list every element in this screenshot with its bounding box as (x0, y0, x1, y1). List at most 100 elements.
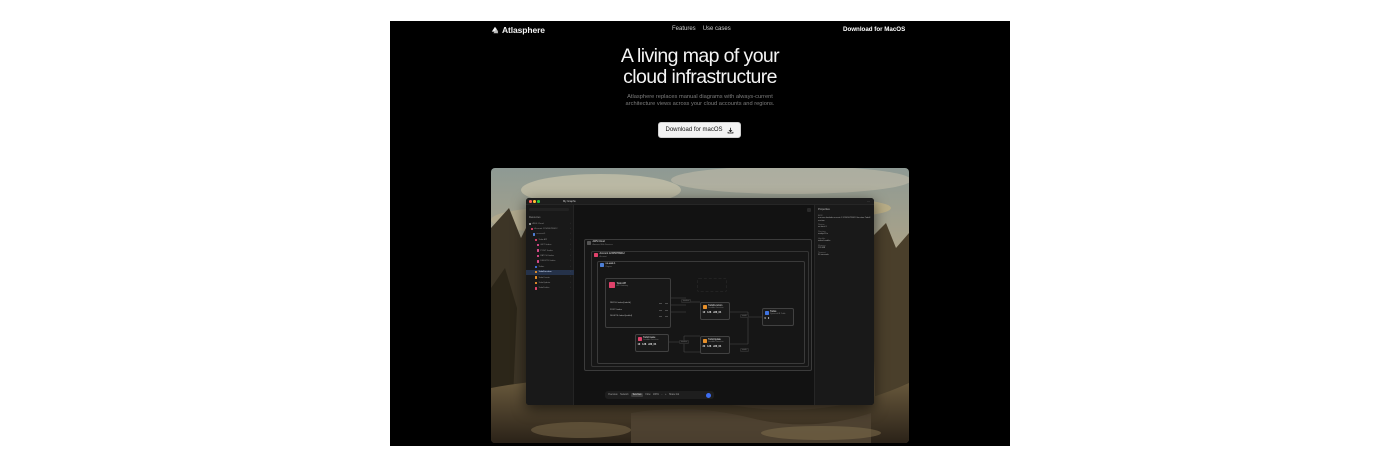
hero-title-line-1: A living map of your (620, 45, 780, 67)
nav-link-features[interactable]: Features (672, 26, 696, 32)
sidebar-resource-label: Todos (538, 265, 545, 268)
api-route-item[interactable]: DELETE /todos/{todoId} (610, 315, 668, 322)
hero-subtitle: Atlasphere replaces manual diagrams with… (390, 94, 1010, 108)
hero-title-line-2: cloud infrastructure (623, 66, 777, 88)
view-tab-overview[interactable]: Overview (608, 394, 618, 396)
aws-cloud-subtitle: Amazon Web Services (592, 243, 613, 246)
sidebar-resource-label: us-east-1 (536, 233, 546, 236)
dynamodb-icon (764, 310, 769, 315)
chevron-right-icon[interactable]: › (570, 276, 571, 278)
sidebar-resource-item[interactable]: TodoDelete › (526, 286, 574, 291)
lambda-create-stats: 10 128 x86_64 (638, 343, 667, 346)
chevron-right-icon[interactable]: › (570, 228, 571, 230)
lambda-node-update[interactable]: TodoUpdate Lambda Function 30 128 x86_64 (700, 336, 730, 354)
dynamodb-table-node[interactable]: Todos DynamoDB Table 0 0 (762, 308, 794, 326)
zoom-out-icon[interactable]: − (661, 394, 662, 396)
resource-type-icon (535, 271, 538, 274)
lambda-create-subtitle: Lambda Function (643, 339, 659, 342)
resource-sidebar: Resources AWS Cloud › Account 123456789012… (526, 205, 574, 405)
nav-links: Features Use cases (672, 26, 731, 32)
lambda-update-header: TodoUpdate Lambda Function (702, 338, 728, 344)
stat-arch: x86_64 (648, 342, 657, 346)
chevron-right-icon[interactable]: › (570, 249, 571, 251)
chevron-right-icon[interactable]: › (570, 244, 571, 246)
zoom-window-button[interactable] (537, 200, 540, 203)
hero-subtitle-line-2: architecture views across your cloud acc… (625, 101, 775, 107)
minimize-window-button[interactable] (533, 200, 536, 203)
view-tab-network[interactable]: Network (620, 394, 628, 396)
aws-cloud-container[interactable]: AWS Cloud Amazon Web Services Account 12… (584, 239, 812, 371)
edge-label-invokes: invokes (679, 340, 690, 344)
api-gateway-node[interactable]: Todo API API Gateway PATCH /todos/{todoI… (605, 278, 671, 328)
chevron-right-icon[interactable]: › (570, 260, 571, 262)
canvas-settings-icon[interactable] (807, 208, 811, 212)
chevron-right-icon[interactable]: › (570, 287, 571, 289)
chevron-right-icon[interactable]: › (570, 255, 571, 257)
zoom-in-icon[interactable]: + (665, 394, 666, 396)
chevron-right-icon[interactable]: › (570, 233, 571, 235)
tab-my-graphs[interactable]: My Graphs (563, 200, 576, 203)
table-header: Todos DynamoDB Table (764, 310, 792, 316)
view-tab-services[interactable]: Services (631, 393, 644, 397)
resource-type-icon (529, 222, 532, 225)
resource-type-icon (535, 281, 538, 285)
stat-arch: x86_64 (713, 344, 722, 348)
share-action-icon[interactable] (706, 392, 711, 398)
lambda-node-main[interactable]: TodoFunction Lambda Function 10 128 x86_… (700, 302, 730, 320)
sidebar-resource-label: PATCH /todos (540, 255, 555, 258)
window-controls (529, 200, 540, 203)
nav-download-link[interactable]: Download for MacOS (843, 26, 905, 33)
lambda-main-stats: 10 128 x86_64 (703, 311, 728, 314)
property-value: 30 seconds (818, 253, 829, 256)
stat-memory: 128 (707, 344, 712, 348)
property-value: 128 MB (818, 246, 826, 249)
resource-type-icon (537, 249, 540, 252)
lambda-main-subtitle: Lambda Function (708, 307, 724, 310)
stat-timeout: 10 (702, 310, 706, 314)
window-menu-icon[interactable]: ⋯ (867, 200, 870, 203)
region-container[interactable]: us-east-1 Region Todo API API Gateway PA… (597, 261, 805, 364)
view-toolbar: Overview Network Services Flow 100% − + … (605, 391, 714, 399)
chevron-right-icon[interactable]: › (570, 282, 571, 284)
resource-type-icon (535, 287, 538, 290)
sidebar-resource-label: GET /todos (540, 244, 552, 247)
lambda-node-create[interactable]: TodoCreate Lambda Function 10 128 x86_64 (635, 334, 669, 352)
chevron-right-icon[interactable]: › (570, 271, 571, 273)
diagram-canvas[interactable]: AWS Cloud Amazon Web Services Account 12… (574, 205, 814, 405)
resource-type-icon (531, 227, 534, 231)
account-header: Account 123456789012 Account (594, 252, 625, 258)
stat-timeout: 30 (702, 344, 706, 348)
download-icon (727, 127, 733, 133)
share-link[interactable]: Share link (669, 394, 679, 396)
nav-link-use-cases[interactable]: Use cases (703, 26, 731, 32)
property-value: us-east-1 (818, 226, 827, 229)
view-tab-flow[interactable]: Flow (646, 394, 651, 396)
chevron-right-icon[interactable]: › (570, 239, 571, 241)
aws-cloud-header: AWS Cloud Amazon Web Services (587, 240, 613, 246)
product-screenshot-panel: My Graphs ⋯ Resources AWS Cloud › Account … (491, 168, 909, 443)
brand-logo[interactable]: Atlasphere (491, 24, 545, 36)
hero-title: A living map of your cloud infrastructur… (390, 46, 1010, 88)
chevron-right-icon[interactable]: › (570, 266, 571, 268)
zoom-level[interactable]: 100% (653, 394, 659, 396)
resource-type-icon (533, 233, 536, 236)
account-container[interactable]: Account 123456789012 Account us-east-1 R… (591, 251, 809, 367)
api-route-item[interactable]: PATCH /todos/{todoId} (610, 302, 668, 309)
page-frame: Atlasphere Features Use cases Download f… (390, 21, 1010, 446)
api-subtitle: API Gateway (616, 285, 629, 288)
download-button-label: Download for macOS (665, 127, 723, 133)
stat-read-capacity: 0 (764, 316, 766, 320)
resource-type-icon (537, 244, 540, 247)
sidebar-resource-label: AWS Cloud (532, 222, 544, 225)
close-window-button[interactable] (529, 200, 532, 203)
sidebar-search-input[interactable] (529, 208, 569, 211)
sidebar-resource-label: TodoFunction (538, 271, 552, 274)
sidebar-resource-label: TodoCreate (538, 276, 550, 279)
chevron-right-icon[interactable]: › (570, 223, 571, 225)
properties-heading: Properties (818, 208, 830, 211)
lambda-create-header: TodoCreate Lambda Function (637, 336, 667, 342)
api-gateway-icon (609, 282, 615, 288)
download-macos-button[interactable]: Download for macOS (658, 122, 741, 138)
stat-timeout: 10 (637, 342, 641, 346)
stat-memory: 128 (707, 310, 712, 314)
